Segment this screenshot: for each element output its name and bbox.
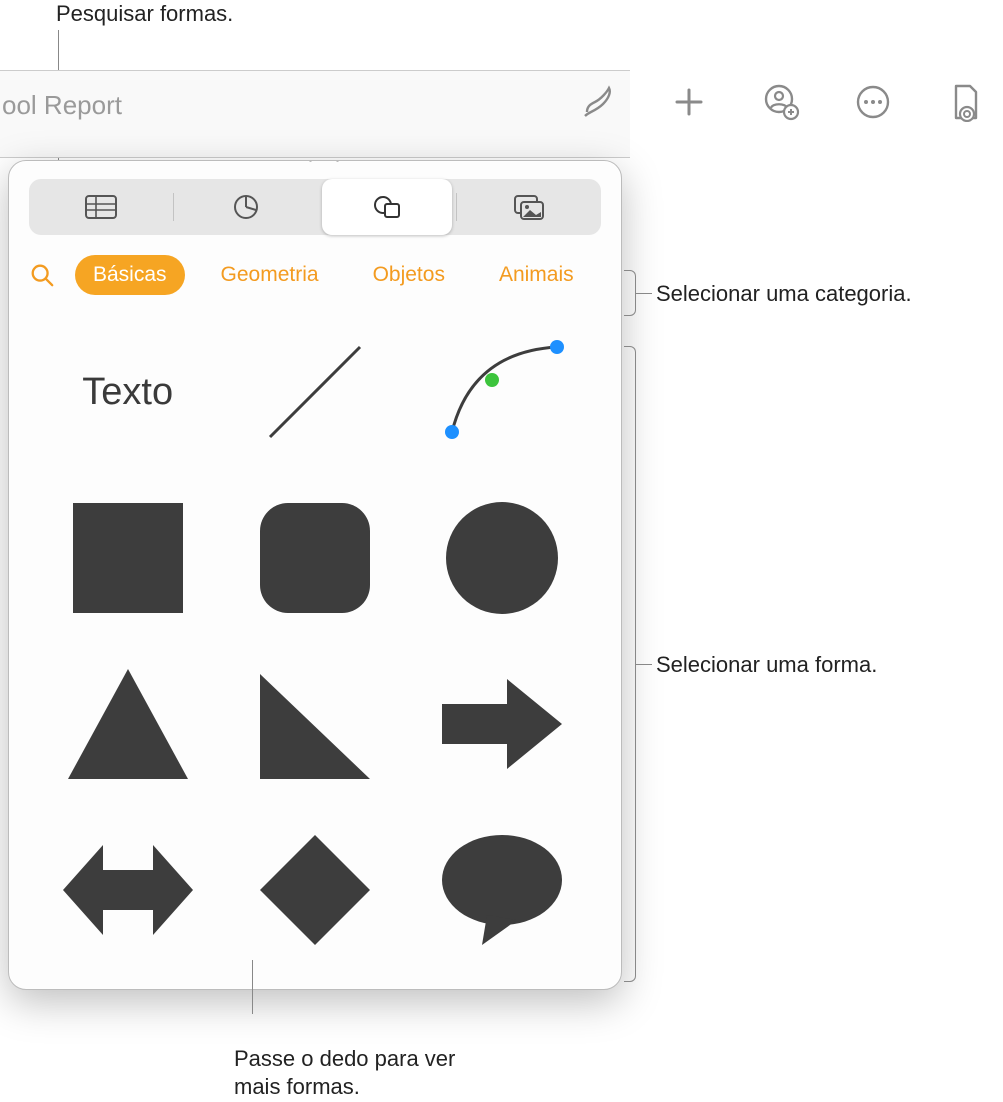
search-shapes-button[interactable] <box>27 260 57 290</box>
callout-swipe-text: Passe o dedo para ver mais formas. <box>234 1046 455 1100</box>
category-objetos[interactable]: Objetos <box>355 255 463 295</box>
shape-circle[interactable] <box>424 493 581 623</box>
toolbar-icon-group <box>577 82 985 127</box>
shape-diamond[interactable] <box>236 825 393 955</box>
segment-table[interactable] <box>29 179 173 235</box>
shape-bezier-curve[interactable] <box>424 327 581 457</box>
collaborate-icon[interactable] <box>761 82 801 127</box>
shape-text[interactable]: Texto <box>49 327 206 457</box>
segment-shapes[interactable] <box>322 179 452 235</box>
document-title: ool Report <box>0 90 122 121</box>
callout-line <box>636 293 652 294</box>
callout-search-text: Pesquisar formas. <box>56 1 233 26</box>
category-row: Básicas Geometria Objetos Animais <box>9 235 621 309</box>
segment-media[interactable] <box>457 179 601 235</box>
callout-shape: Selecionar uma forma. <box>656 651 877 680</box>
category-animais[interactable]: Animais <box>481 255 592 295</box>
shape-line[interactable] <box>236 327 393 457</box>
callout-line <box>636 664 652 665</box>
more-ellipsis-icon[interactable] <box>853 82 893 127</box>
shape-text-label: Texto <box>82 371 173 414</box>
shape-right-triangle[interactable] <box>236 659 393 789</box>
callout-bracket <box>624 346 636 982</box>
category-label: Objetos <box>373 263 445 286</box>
category-basicas[interactable]: Básicas <box>75 255 185 295</box>
shape-speech-bubble[interactable] <box>424 825 581 955</box>
category-label: Geometria <box>221 263 319 286</box>
callout-bracket <box>624 270 636 316</box>
category-geometria[interactable]: Geometria <box>203 255 337 295</box>
shape-arrow-right[interactable] <box>424 659 581 789</box>
insert-popover: Básicas Geometria Objetos Animais Texto <box>8 160 622 990</box>
shape-double-arrow[interactable] <box>49 825 206 955</box>
callout-line <box>252 960 253 1014</box>
document-view-icon[interactable] <box>945 82 985 127</box>
segment-chart[interactable] <box>174 179 318 235</box>
shapes-grid[interactable]: Texto <box>9 309 621 990</box>
callout-search: Pesquisar formas. <box>56 0 233 29</box>
format-brush-icon[interactable] <box>577 82 617 127</box>
category-label: Animais <box>499 263 574 286</box>
callout-category: Selecionar uma categoria. <box>656 280 912 309</box>
callout-swipe: Passe o dedo para ver mais formas. <box>234 1016 455 1102</box>
shape-triangle[interactable] <box>49 659 206 789</box>
category-label: Básicas <box>93 263 167 286</box>
callout-category-text: Selecionar uma categoria. <box>656 281 912 306</box>
insert-type-segmented[interactable] <box>29 179 601 235</box>
shape-rounded-square[interactable] <box>236 493 393 623</box>
callout-shape-text: Selecionar uma forma. <box>656 652 877 677</box>
shape-square[interactable] <box>49 493 206 623</box>
insert-plus-icon[interactable] <box>669 82 709 127</box>
